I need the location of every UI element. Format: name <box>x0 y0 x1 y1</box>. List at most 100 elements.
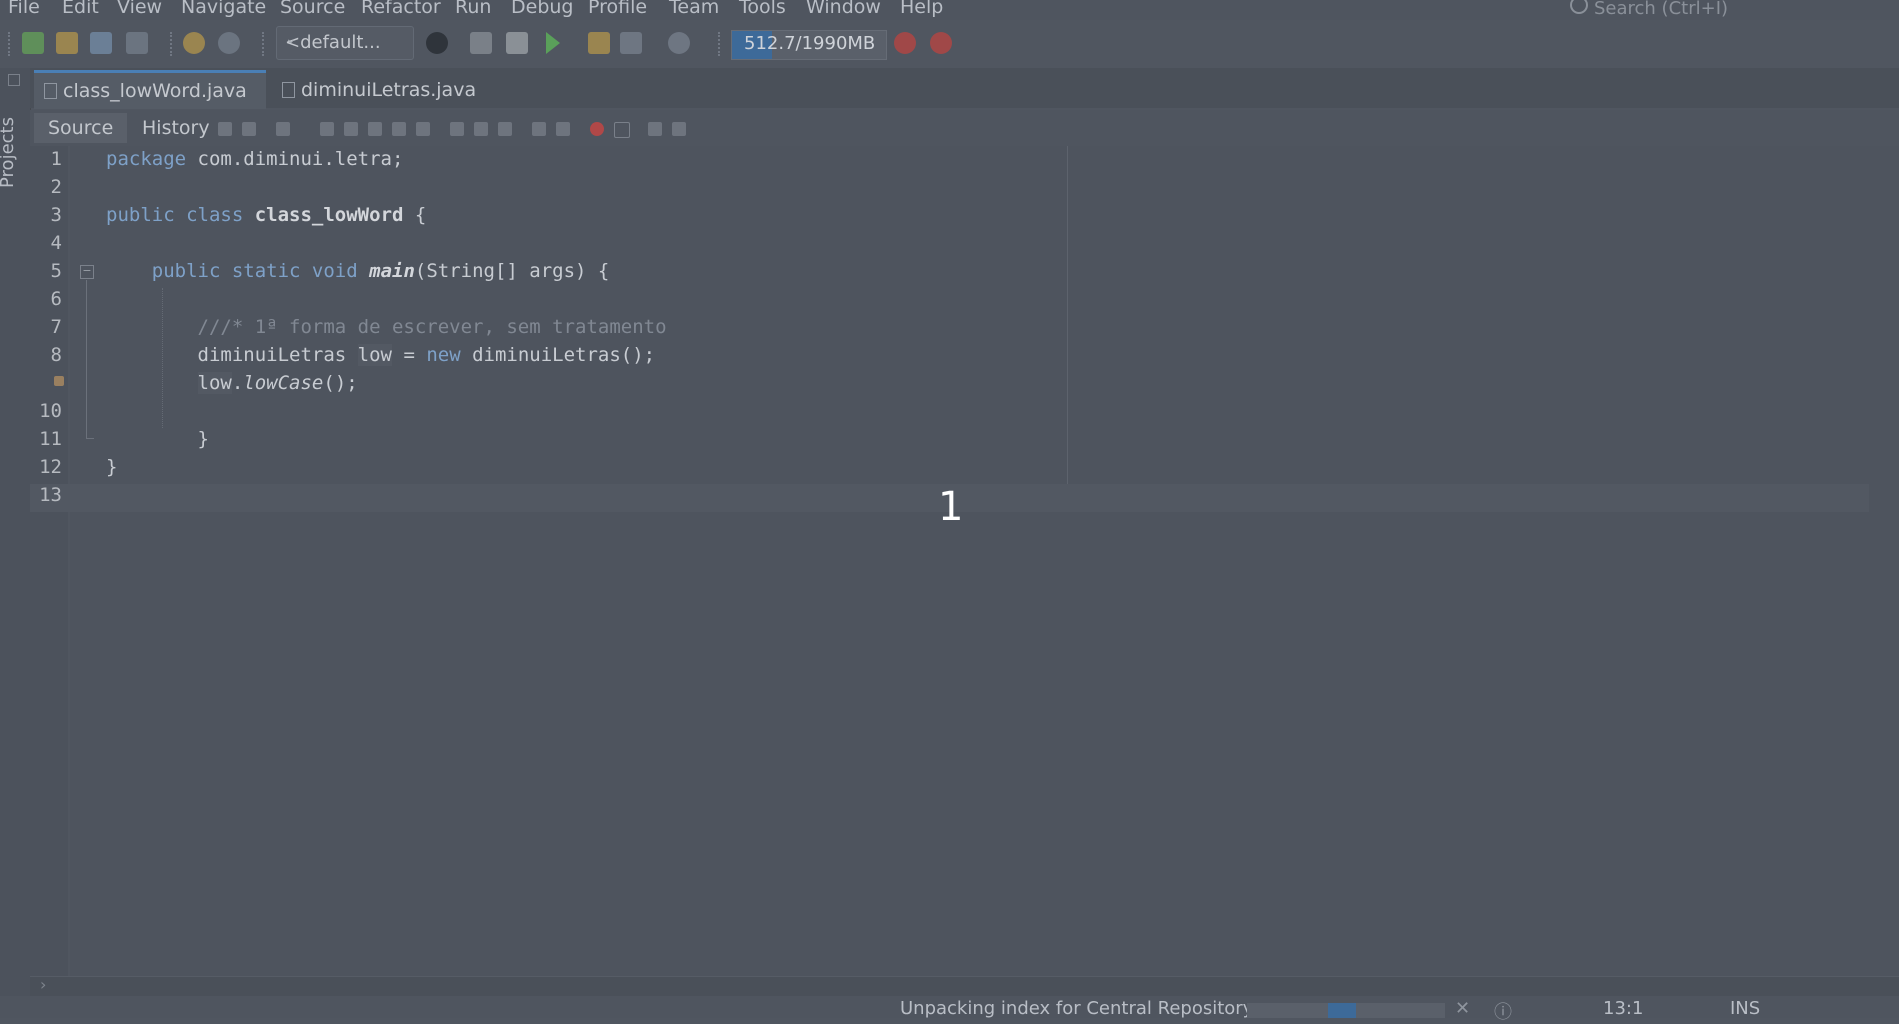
code-line: 3 public class class_lowWord { <box>30 204 1869 232</box>
tab-diminuiletras[interactable]: diminuiLetras.java✕ <box>272 72 502 128</box>
menu-team[interactable]: Team <box>669 0 719 18</box>
profiler-snapshot-icon[interactable] <box>930 32 952 54</box>
editor-toolbar: Source History <box>30 110 1899 146</box>
menu-source[interactable]: Source <box>280 0 345 18</box>
line-number: 7 <box>50 316 62 338</box>
editor-tab-bar: class_lowWord.java✕ diminuiLetras.java✕ <box>30 68 1899 129</box>
menu-window[interactable]: Window <box>806 0 881 18</box>
chevron-right-icon[interactable]: › <box>40 975 46 994</box>
last-edit-icon[interactable] <box>218 122 232 136</box>
stop-macro-icon[interactable] <box>614 122 630 138</box>
line-number: 6 <box>50 288 62 310</box>
uncomment-icon[interactable] <box>672 122 686 136</box>
open-project-icon[interactable] <box>90 32 112 54</box>
status-task-text: Unpacking index for Central Repository <box>900 998 1254 1019</box>
code-text: public static void main(String[] args) { <box>151 260 610 282</box>
shift-left-icon[interactable] <box>532 122 546 136</box>
tab-history[interactable]: History <box>128 113 224 143</box>
new-file-icon[interactable] <box>22 32 44 54</box>
code-line: 6 <box>30 288 1869 316</box>
window-icon[interactable] <box>8 74 20 86</box>
line-number: 1 <box>50 148 62 170</box>
java-file-icon <box>44 83 57 99</box>
build-hammer-icon[interactable] <box>470 32 492 54</box>
toggle-highlight-icon[interactable] <box>392 122 406 136</box>
toggle-bookmark-icon[interactable] <box>498 122 512 136</box>
line-number: 10 <box>39 400 62 422</box>
code-line: 1 package com.diminui.letra; <box>30 148 1869 176</box>
next-bookmark-icon[interactable] <box>474 122 488 136</box>
toolbar-separator <box>718 32 722 56</box>
code-line: 4 <box>30 232 1869 260</box>
previous-bookmark-icon[interactable] <box>450 122 464 136</box>
find-previous-icon[interactable] <box>344 122 358 136</box>
code-text: public class class_lowWord { <box>106 204 427 226</box>
menu-file[interactable]: File <box>8 0 40 18</box>
start-macro-icon[interactable] <box>590 122 604 136</box>
find-next-icon[interactable] <box>368 122 382 136</box>
menu-run[interactable]: Run <box>455 0 491 18</box>
comment-icon[interactable] <box>648 122 662 136</box>
line-number: 5 <box>50 260 62 282</box>
search-placeholder: Search (Ctrl+I) <box>1594 0 1729 19</box>
code-text: } <box>106 428 209 450</box>
shift-right-icon[interactable] <box>556 122 570 136</box>
run-icon[interactable] <box>546 32 560 54</box>
task-progress-bar <box>1247 1003 1445 1018</box>
toggle-selection-icon[interactable] <box>416 122 430 136</box>
code-line: 2 <box>30 176 1869 204</box>
memory-usage-bar[interactable]: 512.7/1990MB <box>731 30 887 60</box>
globe-icon[interactable] <box>426 32 448 54</box>
step-number-overlay: 1 <box>938 484 964 530</box>
menu-view[interactable]: View <box>117 0 162 18</box>
notifications-icon[interactable]: ⓘ <box>1494 998 1512 1024</box>
code-text: diminuiLetras low = new diminuiLetras(); <box>106 344 656 366</box>
tab-label: diminuiLetras.java <box>301 79 477 101</box>
menu-edit[interactable]: Edit <box>62 0 99 18</box>
menu-help[interactable]: Help <box>900 0 943 18</box>
toolbar-separator <box>8 32 12 56</box>
memory-usage-text: 512.7/1990MB <box>744 33 876 54</box>
code-line: 10 <box>30 400 1869 428</box>
projects-tab[interactable]: Projects <box>0 104 28 202</box>
tab-label: class_lowWord.java <box>63 80 247 102</box>
insert-mode: INS <box>1730 998 1761 1019</box>
find-icon[interactable] <box>320 122 334 136</box>
code-text: package com.diminui.letra; <box>106 148 404 170</box>
line-number: 11 <box>39 428 62 450</box>
line-number: 2 <box>50 176 62 198</box>
redo-icon[interactable] <box>218 32 240 54</box>
navigation-bar: › <box>30 975 1899 997</box>
back-icon[interactable] <box>242 122 256 136</box>
new-project-icon[interactable] <box>56 32 78 54</box>
cancel-task-icon[interactable]: ✕ <box>1455 998 1470 1019</box>
code-line: 8 diminuiLetras low = new diminuiLetras(… <box>30 344 1869 372</box>
configuration-select[interactable]: <default... ⌄ <box>276 26 414 60</box>
search-box[interactable]: Search (Ctrl+I) <box>1570 0 1728 19</box>
clean-build-icon[interactable] <box>506 32 528 54</box>
projects-tab-label: Projects <box>0 117 18 188</box>
code-line: low.lowCase(); <box>30 372 1869 400</box>
forward-icon[interactable] <box>276 122 290 136</box>
line-number: 13 <box>39 484 62 506</box>
undo-icon[interactable] <box>183 32 205 54</box>
attach-debugger-icon[interactable] <box>668 32 690 54</box>
line-number: 8 <box>50 344 62 366</box>
tab-class-lowword[interactable]: class_lowWord.java✕ <box>34 70 266 129</box>
code-comment: ///* 1ª forma de escrever, sem tratament… <box>106 316 667 338</box>
code-line: 11 } <box>30 428 1869 456</box>
menu-navigate[interactable]: Navigate <box>181 0 266 18</box>
side-panel-strip <box>0 68 31 1018</box>
code-text: } <box>106 456 118 478</box>
menu-refactor[interactable]: Refactor <box>361 0 441 18</box>
save-all-icon[interactable] <box>126 32 148 54</box>
tab-source[interactable]: Source <box>34 113 128 143</box>
menu-profile[interactable]: Profile <box>588 0 647 18</box>
menu-tools[interactable]: Tools <box>739 0 786 18</box>
gc-icon[interactable] <box>894 32 916 54</box>
menu-debug[interactable]: Debug <box>511 0 573 18</box>
java-file-icon <box>282 82 295 98</box>
profile-icon[interactable] <box>620 32 642 54</box>
debug-icon[interactable] <box>588 32 610 54</box>
line-number: 4 <box>50 232 62 254</box>
